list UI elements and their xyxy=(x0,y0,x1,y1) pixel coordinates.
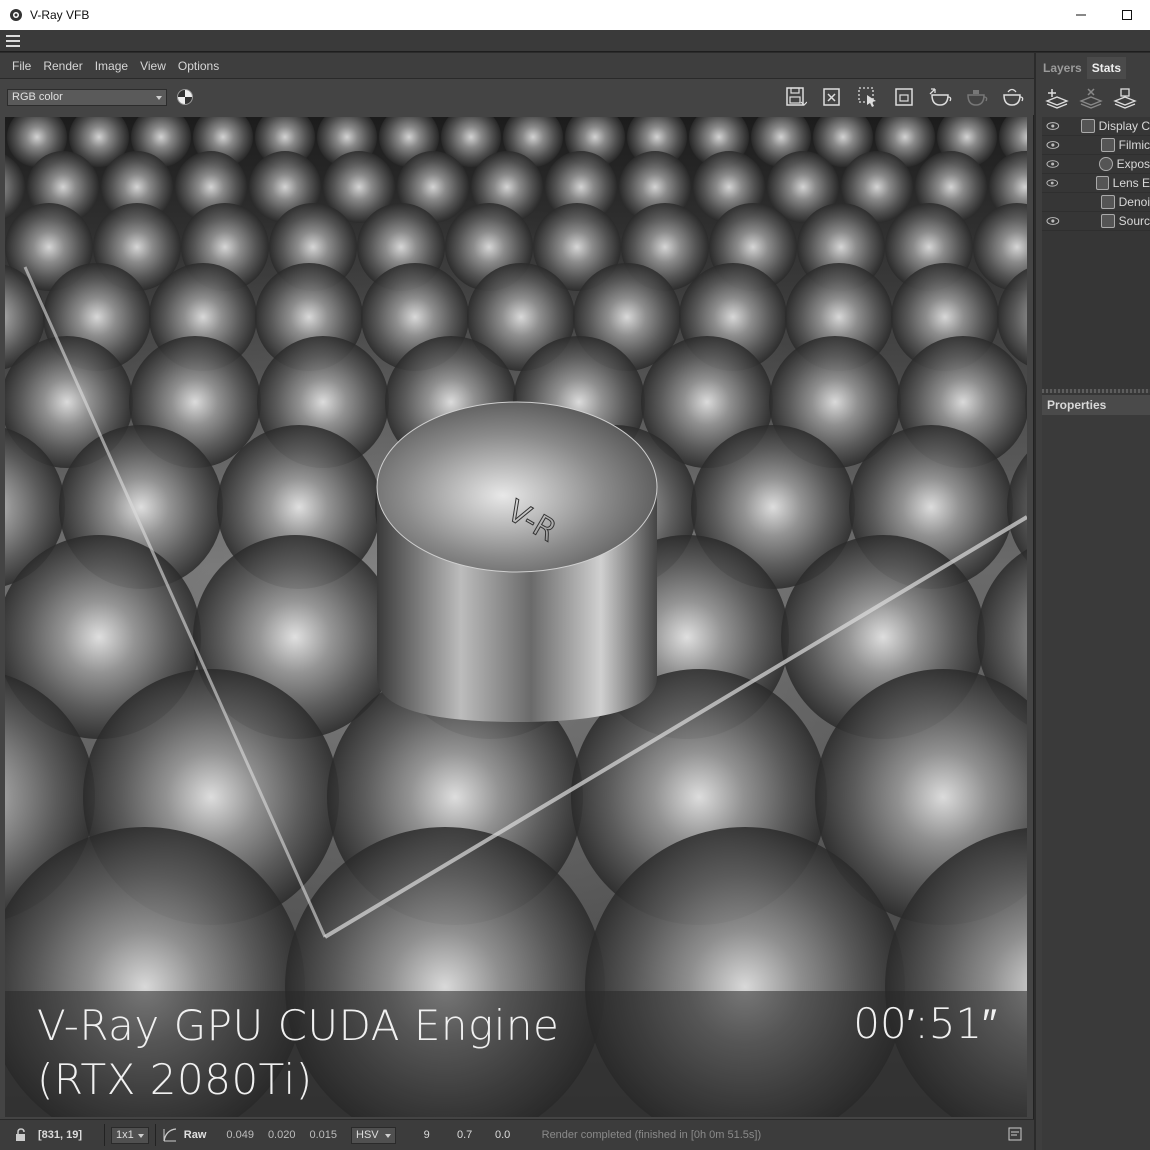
render-stamp-engine: V-Ray GPU CUDA Engine (RTX 2080Ti) xyxy=(37,999,559,1107)
divider xyxy=(104,1124,106,1146)
colorspace-select[interactable]: HSV xyxy=(351,1126,396,1144)
region-render-icon[interactable] xyxy=(854,84,882,110)
zoom-select-value: 1x1 xyxy=(116,1128,134,1141)
properties-header: Properties xyxy=(1042,395,1150,415)
menu-bar: File Render Image View Options xyxy=(0,53,1034,79)
chevron-down-icon xyxy=(384,1133,391,1138)
cylinder-object: V-R xyxy=(376,401,658,722)
vray-logo-icon xyxy=(8,7,24,23)
add-layer-icon[interactable] xyxy=(1044,85,1070,111)
render-icon[interactable] xyxy=(926,84,954,110)
menu-view[interactable]: View xyxy=(134,59,172,73)
pixel-coordinates: [831, 19] xyxy=(38,1129,83,1141)
hue-value: 9 xyxy=(423,1129,430,1141)
value-value: 0.0 xyxy=(494,1129,511,1141)
zoom-select[interactable]: 1x1 xyxy=(111,1126,149,1144)
layer-label: Sourc xyxy=(1118,214,1150,228)
properties-body xyxy=(1042,415,1150,1150)
layer-row[interactable]: Display C xyxy=(1042,117,1150,136)
render-stamp-time: 00′:51″ xyxy=(853,999,997,1048)
layer-row[interactable]: Denoi xyxy=(1042,193,1150,212)
divider xyxy=(154,1124,156,1146)
eye-icon[interactable] xyxy=(1046,179,1059,187)
color-mode[interactable]: Raw xyxy=(184,1129,207,1141)
render-status-message: Render completed (finished in [0h 0m 51.… xyxy=(541,1129,762,1141)
save-icon[interactable] xyxy=(782,84,810,110)
layer-label: Filmic xyxy=(1118,138,1150,152)
panel-splitter[interactable] xyxy=(1042,389,1150,393)
window-title: V-Ray VFB xyxy=(30,8,90,22)
vfb-main-area: File Render Image View Options RGB color xyxy=(0,53,1034,1150)
hamburger-menu-icon[interactable] xyxy=(6,35,20,47)
menu-file[interactable]: File xyxy=(6,59,37,73)
layer-row[interactable]: Filmic xyxy=(1042,136,1150,155)
denoiser-icon xyxy=(1100,195,1115,209)
top-strip xyxy=(0,30,1150,52)
panel-tabs: Layers Stats xyxy=(1038,57,1127,79)
stop-render-icon[interactable] xyxy=(962,84,990,110)
chevron-down-icon xyxy=(137,1133,144,1138)
chevron-down-icon xyxy=(156,96,162,100)
render-stamp-engine-line2: (RTX 2080Ti) xyxy=(37,1055,313,1104)
eye-icon[interactable] xyxy=(1046,160,1059,168)
window-titlebar: V-Ray VFB xyxy=(0,0,1150,30)
minimize-button[interactable] xyxy=(1058,0,1104,30)
menu-render[interactable]: Render xyxy=(37,59,88,73)
monochrome-toggle-icon[interactable] xyxy=(177,89,193,105)
exposure-icon xyxy=(1099,157,1113,171)
lens-effects-icon xyxy=(1095,176,1109,190)
lock-icon[interactable] xyxy=(14,1128,28,1142)
channel-select-value: RGB color xyxy=(12,91,63,103)
eye-icon[interactable] xyxy=(1046,141,1060,149)
display-correction-icon xyxy=(1080,119,1095,133)
layer-tools xyxy=(1044,85,1138,111)
eye-icon[interactable] xyxy=(1046,217,1060,225)
colorspace-select-value: HSV xyxy=(356,1128,379,1141)
channel-select[interactable]: RGB color xyxy=(7,89,167,106)
source-icon xyxy=(1100,214,1115,228)
pixel-b-value: 0.015 xyxy=(309,1129,337,1141)
side-panel: Layers Stats Display C Filmic Expos Lens… xyxy=(1036,53,1150,1150)
pixel-g-value: 0.020 xyxy=(267,1129,296,1141)
layer-presets-icon[interactable] xyxy=(1112,85,1138,111)
layer-label: Lens E xyxy=(1112,176,1150,190)
menu-image[interactable]: Image xyxy=(89,59,134,73)
track-mouse-icon[interactable] xyxy=(890,84,918,110)
log-icon[interactable] xyxy=(1008,1127,1022,1141)
menu-options[interactable]: Options xyxy=(172,59,225,73)
maximize-button[interactable] xyxy=(1104,0,1150,30)
curve-icon[interactable] xyxy=(162,1127,178,1143)
eye-icon[interactable] xyxy=(1046,122,1060,130)
clear-image-icon[interactable] xyxy=(818,84,846,110)
layer-label: Denoi xyxy=(1118,195,1150,209)
layer-row[interactable]: Sourc xyxy=(1042,212,1150,231)
render-last-icon[interactable] xyxy=(998,84,1026,110)
tab-layers[interactable]: Layers xyxy=(1038,57,1087,79)
layer-label: Display C xyxy=(1098,119,1150,133)
status-bar: [831, 19] 1x1 Raw 0.049 0.020 0.015 HSV … xyxy=(0,1119,1034,1150)
saturation-value: 0.7 xyxy=(456,1129,473,1141)
layer-label: Expos xyxy=(1116,157,1150,171)
filmic-icon xyxy=(1100,138,1115,152)
render-stamp-engine-line1: V-Ray GPU CUDA Engine xyxy=(37,1001,560,1050)
toolbar: RGB color xyxy=(0,79,1034,115)
pixel-r-value: 0.049 xyxy=(226,1129,254,1141)
render-viewport[interactable]: V-R V-Ray GPU CUDA Engine (RTX 2080Ti) 0… xyxy=(5,117,1027,1117)
layer-row[interactable]: Lens E xyxy=(1042,174,1150,193)
layer-row[interactable]: Expos xyxy=(1042,155,1150,174)
delete-layer-icon[interactable] xyxy=(1078,85,1104,111)
render-image: V-R xyxy=(5,117,1027,1117)
tab-stats[interactable]: Stats xyxy=(1086,57,1127,79)
